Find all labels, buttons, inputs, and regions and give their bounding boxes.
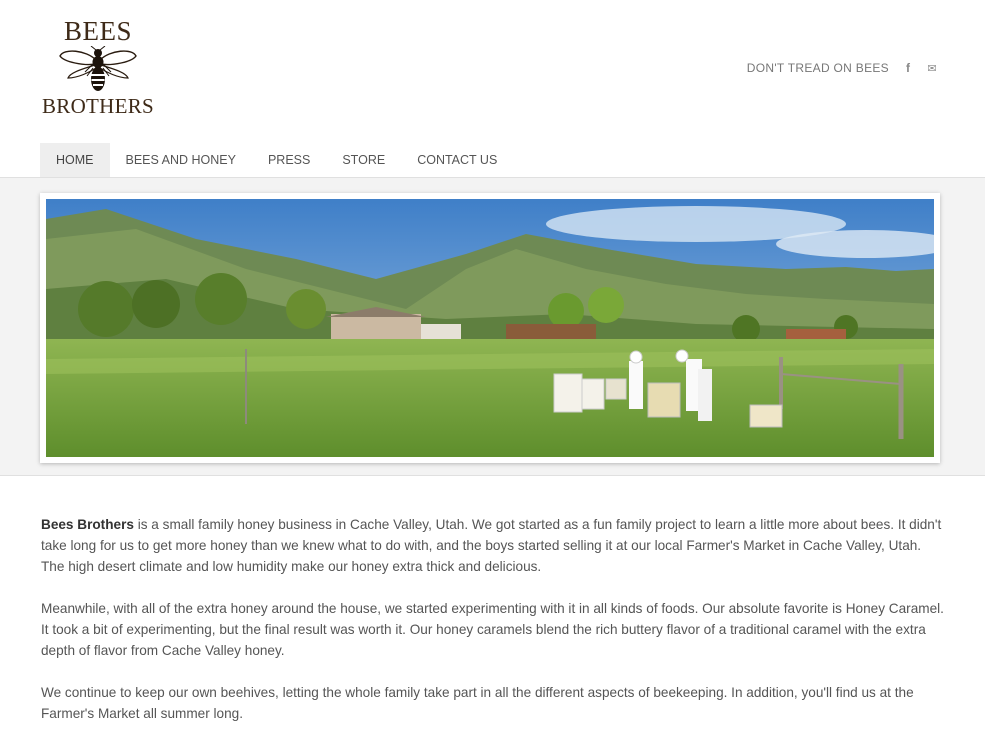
intro-content: Bees Brothers is a small family honey bu…	[41, 514, 946, 745]
banner-section	[0, 177, 985, 476]
intro-paragraph-3: We continue to keep our own beehives, le…	[41, 685, 914, 721]
site-logo[interactable]: BEES BROTHERS	[40, 18, 156, 121]
brand-name-bold: Bees Brothers	[41, 517, 134, 532]
bee-logo-icon	[59, 46, 137, 91]
intro-paragraph-1-text: is a small family honey business in Cach…	[41, 517, 942, 574]
nav-store[interactable]: STORE	[326, 143, 401, 177]
main-navigation: HOME BEES AND HONEY PRESS STORE CONTACT …	[40, 143, 513, 177]
nav-bees-and-honey[interactable]: BEES AND HONEY	[110, 143, 252, 177]
mail-icon[interactable]: ✉	[927, 62, 937, 75]
nav-press[interactable]: PRESS	[252, 143, 326, 177]
intro-paragraph-1: Bees Brothers is a small family honey bu…	[41, 514, 946, 577]
nav-contact-us[interactable]: CONTACT US	[401, 143, 513, 177]
logo-top-text: BEES	[63, 16, 132, 46]
intro-paragraph-2: Meanwhile, with all of the extra honey a…	[41, 601, 944, 658]
site-tagline: DON'T TREAD ON BEES	[746, 61, 889, 75]
header-utility-bar: DON'T TREAD ON BEES f ✉	[747, 61, 937, 75]
site-header: BEES BROTHERS DON'T TREAD ON BEES f ✉ HO…	[0, 0, 985, 177]
logo-bottom-text: BROTHERS	[41, 94, 155, 118]
nav-home[interactable]: HOME	[40, 143, 110, 177]
banner-frame	[40, 193, 940, 463]
facebook-icon[interactable]: f	[903, 61, 913, 75]
beekeepers-field-mountains-photo	[46, 199, 934, 457]
